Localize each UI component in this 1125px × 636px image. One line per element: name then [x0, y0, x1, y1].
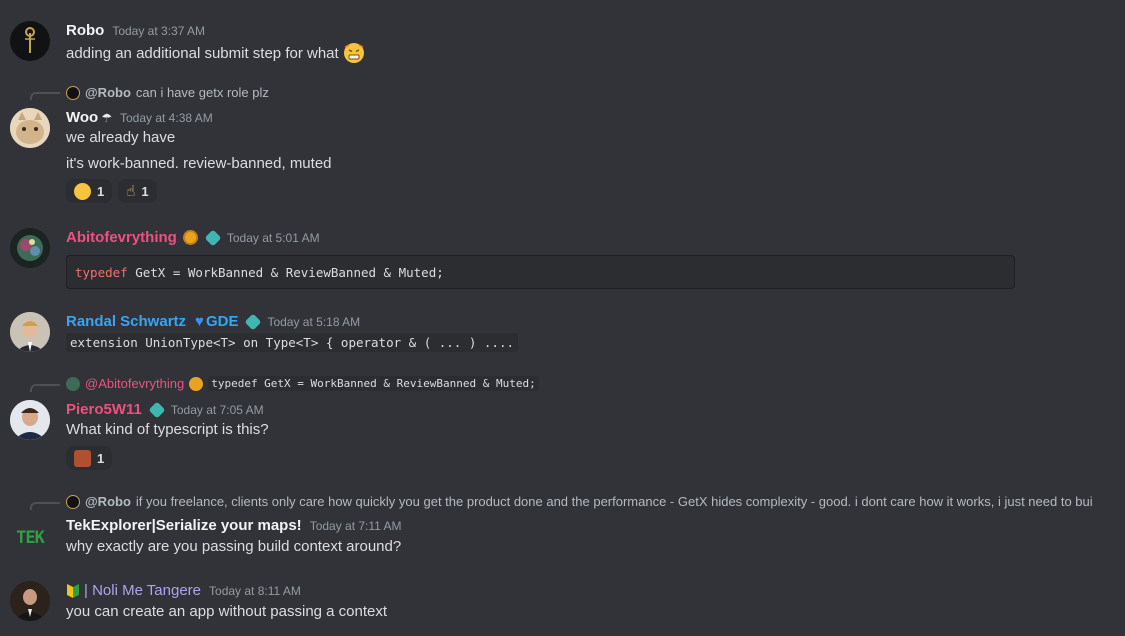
reply-author[interactable]: @Robo — [85, 494, 131, 509]
point-up-icon: ☝ — [126, 183, 136, 200]
avatar-text: TEK — [16, 528, 45, 548]
avatar[interactable] — [10, 228, 50, 268]
code-block[interactable]: typedef GetX = WorkBanned & ReviewBanned… — [66, 255, 1015, 289]
message-text: we already have — [66, 129, 176, 146]
reply-author[interactable]: @Abitofevrything — [85, 376, 184, 391]
timestamp: Today at 7:11 AM — [309, 518, 402, 533]
reply-avatar — [66, 85, 80, 100]
reactions: 1 ☝ 1 — [66, 179, 157, 203]
code-keyword: typedef — [75, 264, 128, 280]
reply-preview[interactable]: @Robo can i have getx role plz — [66, 85, 269, 100]
reply-text: can i have getx role plz — [135, 85, 269, 100]
username[interactable]: Piero5W11 — [66, 401, 142, 418]
avatar[interactable]: TEK — [10, 518, 50, 558]
reaction-count: 1 — [97, 450, 105, 466]
onion-icon — [189, 376, 204, 391]
reaction-count: 1 — [141, 183, 149, 199]
message-text: you can create an app without passing a … — [66, 603, 388, 620]
face-palm-icon — [74, 449, 91, 467]
message-text: adding an additional submit step for wha… — [66, 44, 339, 62]
blue-heart-icon: ♥ — [195, 313, 204, 330]
username[interactable]: Robo — [66, 22, 104, 39]
reply-preview[interactable]: @Abitofevrything typedef GetX = WorkBann… — [66, 376, 539, 391]
cloud-rain-icon: ☂ — [101, 110, 112, 125]
avatar[interactable] — [10, 312, 50, 352]
beginner-badge-icon — [66, 583, 80, 599]
reply-avatar — [66, 376, 80, 391]
timestamp: Today at 5:01 AM — [226, 230, 320, 245]
timestamp: Today at 7:05 AM — [170, 402, 264, 417]
timestamp: Today at 5:18 AM — [267, 314, 361, 329]
avatar[interactable] — [10, 21, 50, 61]
server-booster-icon[interactable] — [244, 313, 262, 330]
username[interactable]: TekExplorer|Serialize your maps! — [66, 517, 302, 534]
timestamp: Today at 3:37 AM — [112, 23, 206, 38]
timestamp: Today at 4:38 AM — [119, 110, 213, 125]
avatar[interactable] — [10, 581, 50, 621]
reply-text: if you freelance, clients only care how … — [135, 494, 1093, 509]
onion-icon[interactable] — [182, 230, 198, 245]
reaction-rofl[interactable]: 1 — [66, 179, 113, 203]
server-booster-icon[interactable] — [148, 401, 166, 418]
server-booster-icon[interactable] — [204, 229, 222, 246]
role-tag[interactable]: GDE — [206, 313, 239, 330]
reply-spine — [30, 502, 60, 510]
reactions: 1 — [66, 446, 113, 470]
inline-code: extension UnionType<T> on Type<T> { oper… — [66, 333, 519, 352]
reply-avatar — [66, 494, 80, 509]
reaction-count: 1 — [97, 183, 105, 199]
avatar[interactable] — [10, 400, 50, 440]
reply-spine — [30, 92, 60, 100]
message-text: why exactly are you passing build contex… — [66, 538, 402, 555]
username[interactable]: | Noli Me Tangere — [84, 582, 201, 599]
reply-preview[interactable]: @Robo if you freelance, clients only car… — [66, 494, 1093, 509]
message-text: it's work-banned. review-banned, muted — [66, 155, 332, 172]
reply-code: typedef GetX = WorkBanned & ReviewBanned… — [208, 376, 539, 391]
username[interactable]: Abitofevrything — [66, 229, 177, 246]
avatar[interactable] — [10, 108, 50, 148]
reply-author[interactable]: @Robo — [85, 85, 131, 100]
reaction-point-up[interactable]: ☝ 1 — [118, 179, 157, 203]
code-text: GetX = WorkBanned & ReviewBanned & Muted… — [127, 264, 444, 280]
message-text: What kind of typescript is this? — [66, 421, 269, 438]
username[interactable]: Woo — [66, 109, 98, 126]
reaction-face-palm[interactable]: 1 — [66, 446, 113, 470]
timestamp: Today at 8:11 AM — [209, 583, 301, 598]
username[interactable]: Randal Schwartz — [66, 313, 186, 330]
reply-spine — [30, 384, 60, 392]
angry-face-icon — [343, 42, 365, 64]
rofl-icon — [74, 182, 91, 200]
